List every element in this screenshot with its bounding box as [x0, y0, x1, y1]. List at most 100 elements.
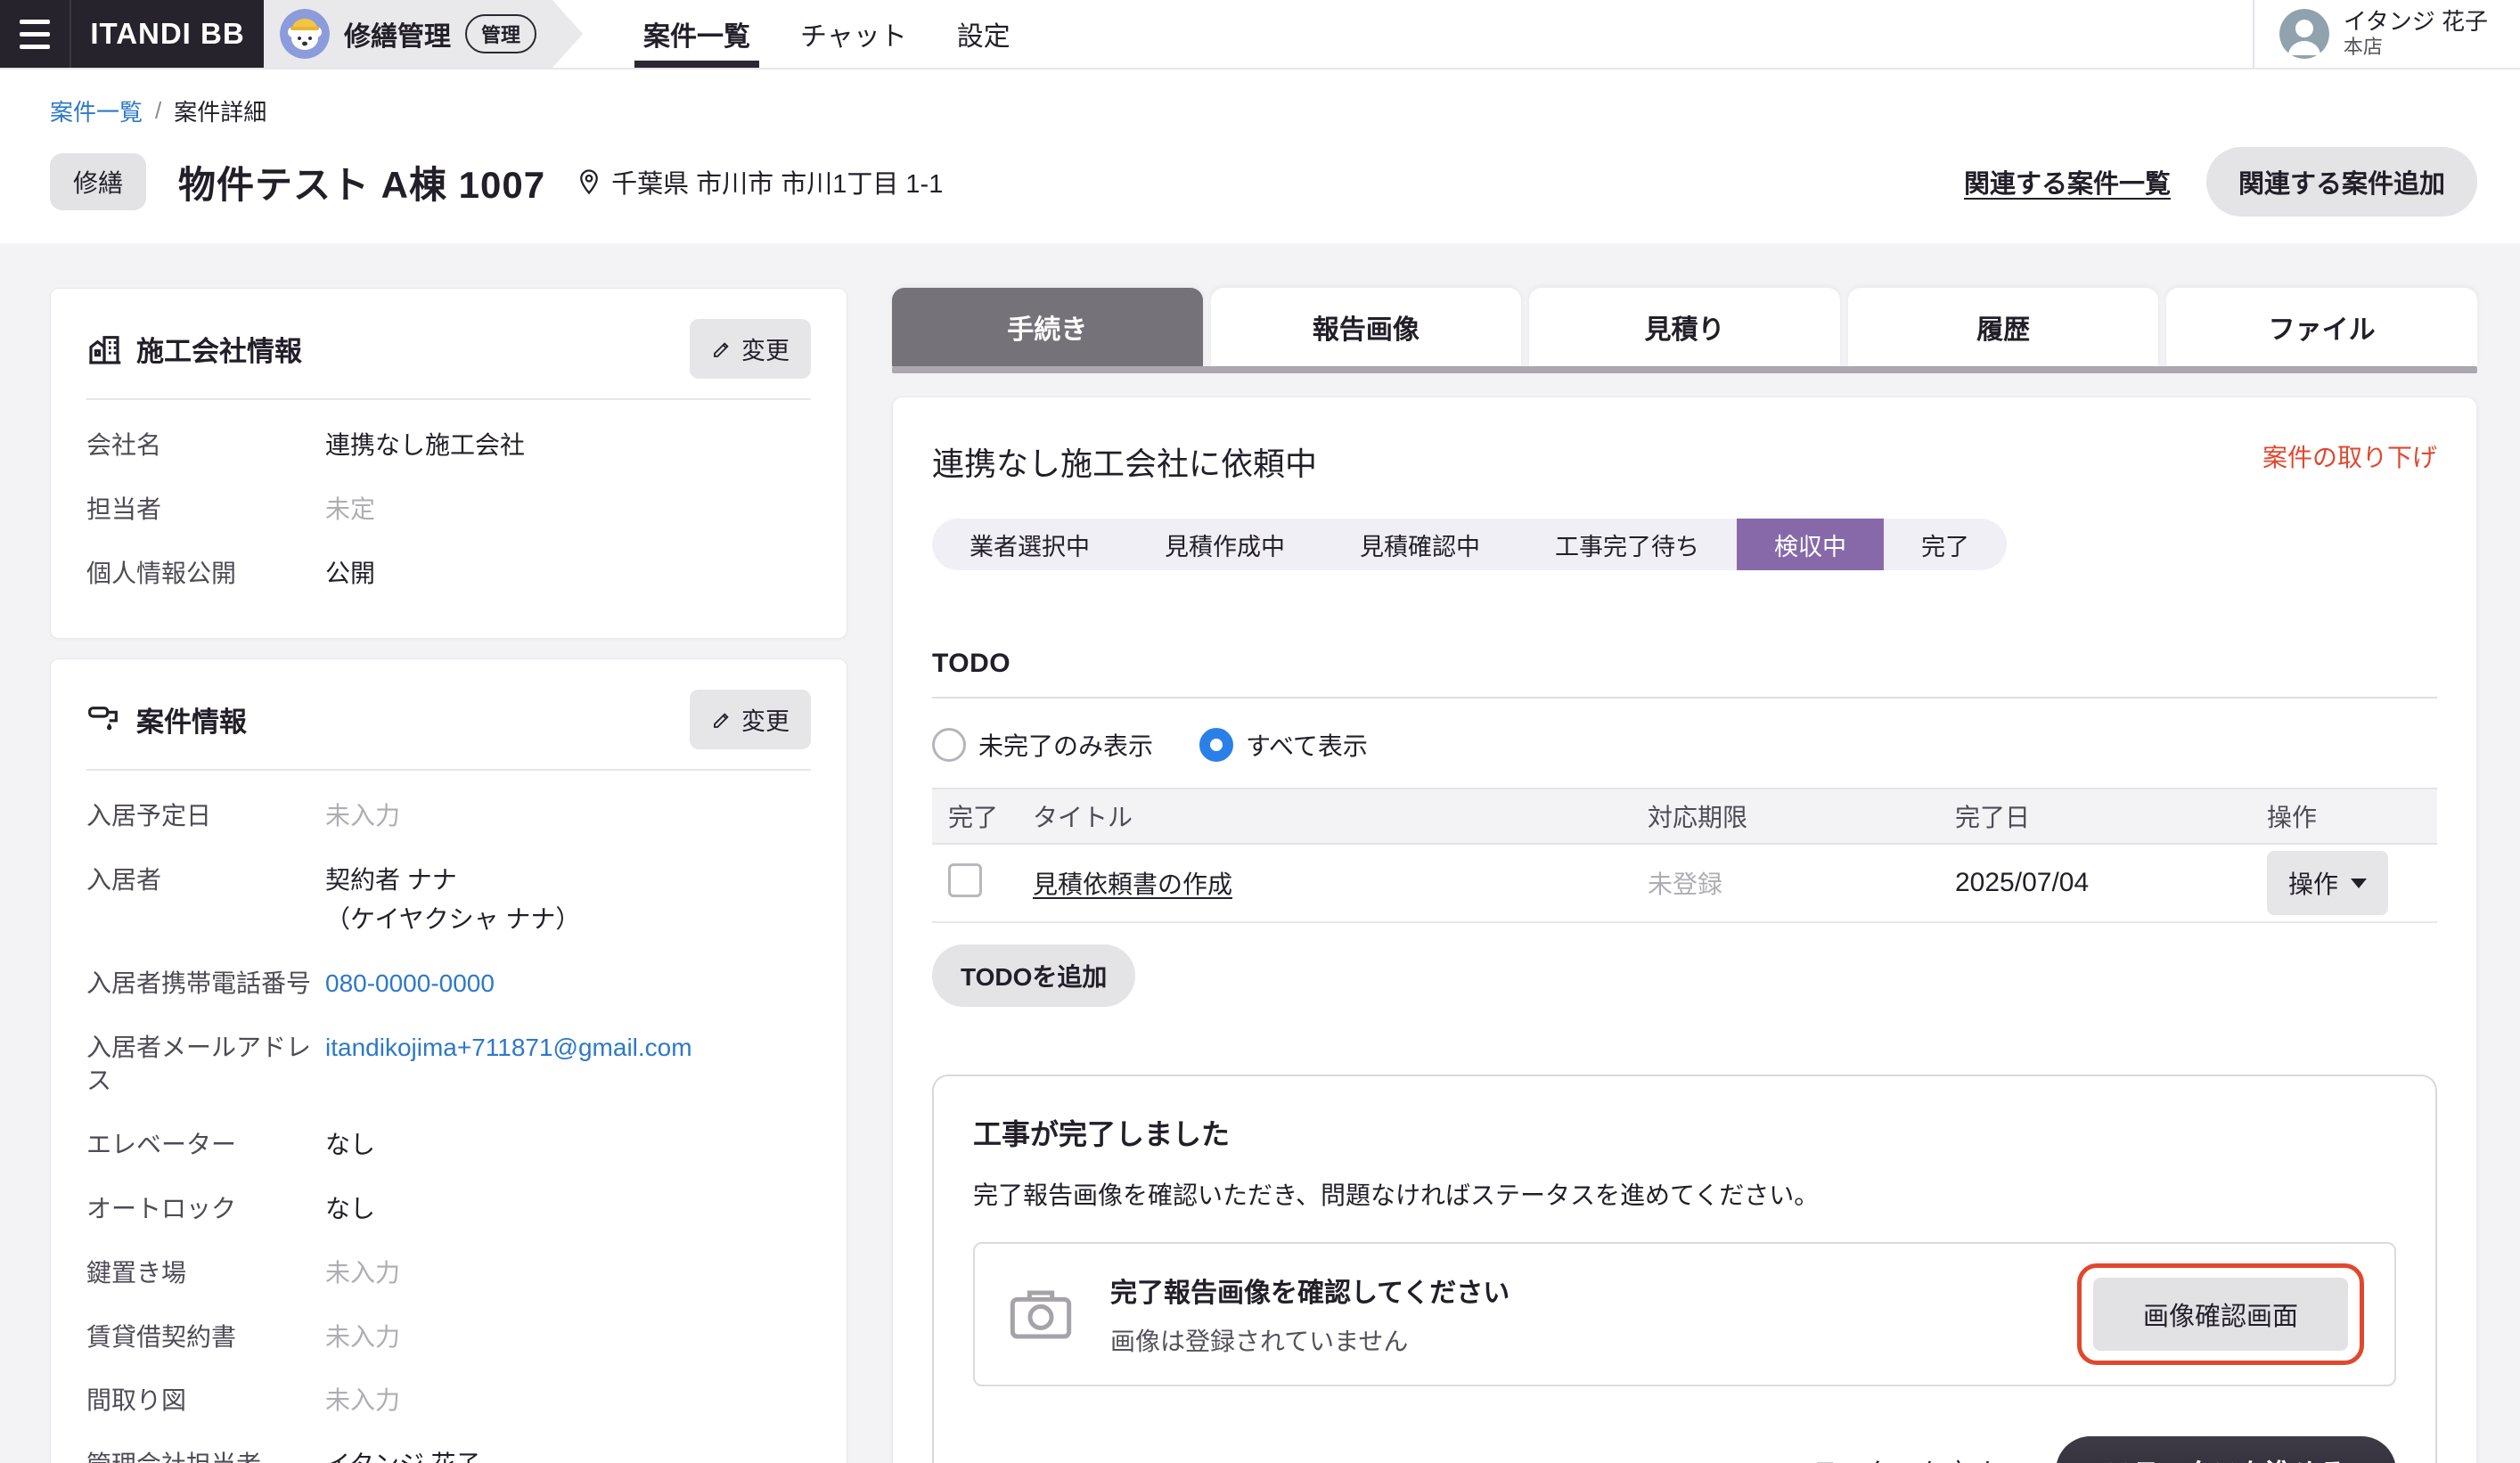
step-estimate-confirmation: 見積確認中	[1322, 519, 1518, 570]
filter-show-all[interactable]: すべて表示	[1199, 727, 1368, 763]
step-awaiting-completion: 工事完了待ち	[1518, 519, 1737, 570]
status-heading: 連携なし施工会社に依頼中	[932, 438, 1317, 485]
nav-item-case-list[interactable]: 案件一覧	[618, 0, 775, 68]
app-header: ITANDI BB 修繕管理 管理 案件一覧 チャット 設定	[0, 0, 2520, 69]
location-pin-icon	[576, 168, 602, 195]
case-edit-button[interactable]: 変更	[690, 690, 811, 749]
tenant-email-link[interactable]: itandikojima+711871@gmail.com	[325, 1031, 692, 1099]
info-row: 入居者 契約者 ナナ（ケイヤクシャ ナナ）	[86, 863, 811, 936]
completion-card: 工事が完了しました 完了報告画像を確認いただき、問題なければステータスを進めてく…	[932, 1075, 2437, 1463]
info-row: 間取り図 未入力	[86, 1384, 811, 1418]
radio-selected-icon[interactable]	[1199, 728, 1233, 762]
detail-tabs: 手続き 報告画像 見積り 履歴 ファイル	[892, 288, 2477, 366]
info-row: オートロック なし	[86, 1192, 811, 1226]
pencil-icon	[711, 339, 732, 360]
hamburger-menu-icon[interactable]	[0, 0, 71, 68]
info-row: 会社名 連携なし施工会社	[86, 429, 811, 462]
breadcrumb: 案件一覧 / 案件詳細	[0, 69, 2520, 127]
camera-icon	[1005, 1279, 1076, 1350]
info-row: 入居者携帯電話番号 080-0000-0000	[86, 967, 811, 1001]
app-role-badge: 管理	[465, 14, 536, 53]
info-row: 入居予定日 未入力	[86, 799, 811, 833]
contractor-card-title: 施工会社情報	[136, 329, 302, 369]
tenant-phone-link[interactable]: 080-0000-0000	[325, 967, 495, 1001]
app-name: 修繕管理	[344, 14, 451, 53]
property-address: 千葉県 市川市 市川1丁目 1-1	[576, 163, 943, 200]
completion-heading: 工事が完了しました	[973, 1112, 2396, 1153]
info-row: 個人情報公開 公開	[86, 557, 811, 591]
completion-description: 完了報告画像を確認いただき、問題なければステータスを進めてください。	[973, 1176, 2396, 1212]
tab-history[interactable]: 履歴	[1848, 288, 2159, 366]
tab-underline-bar	[892, 366, 2477, 373]
todo-row: 見積依頼書の作成 未登録 2025/07/04 操作	[932, 844, 2437, 922]
todo-action-button[interactable]: 操作	[2267, 851, 2388, 915]
top-band: ITANDI BB 修繕管理 管理 案件一覧 チャット 設定	[0, 0, 2520, 243]
step-done: 完了	[1884, 519, 2007, 570]
add-related-case-button[interactable]: 関連する案件追加	[2206, 147, 2477, 217]
left-column: 施工会社情報 変更 会社名 連携なし施工会社 担当者 未定	[50, 288, 847, 1463]
nav-item-chat[interactable]: チャット	[775, 0, 932, 68]
todo-filters: 未完了のみ表示 すべて表示	[932, 727, 2437, 763]
itandi-bb-logo: ITANDI BB	[71, 0, 264, 68]
col-header-done: 完了	[932, 789, 1017, 844]
breadcrumb-case-list-link[interactable]: 案件一覧	[50, 94, 143, 127]
info-row: エレベーター なし	[86, 1128, 811, 1162]
info-row: 担当者 未定	[86, 493, 811, 527]
status-forward-button[interactable]: ステータスを進める	[2056, 1436, 2396, 1463]
radio-icon[interactable]	[932, 728, 966, 762]
todo-table: 完了 タイトル 対応期限 完了日 操作 見積依頼書の作成 未登録 2025/07…	[932, 788, 2437, 923]
tab-estimate[interactable]: 見積り	[1529, 288, 1840, 366]
image-confirm-button[interactable]: 画像確認画面	[2093, 1278, 2348, 1351]
breadcrumb-current: 案件詳細	[174, 94, 266, 127]
withdraw-case-link[interactable]: 案件の取り下げ	[2262, 438, 2437, 474]
status-back-button[interactable]: ステータスを戻す	[1785, 1451, 1999, 1463]
info-row: 入居者メールアドレス itandikojima+711871@gmail.com	[86, 1031, 811, 1099]
nav-item-settings[interactable]: 設定	[932, 0, 1035, 68]
tab-procedure[interactable]: 手続き	[892, 288, 1203, 366]
breadcrumb-separator: /	[155, 97, 161, 125]
image-check-subtitle: 画像は登録されていません	[1110, 1322, 1510, 1358]
contractor-edit-button[interactable]: 変更	[690, 319, 811, 379]
step-estimate-creation: 見積作成中	[1127, 519, 1322, 570]
tab-files[interactable]: ファイル	[2166, 288, 2477, 366]
header-nav: 案件一覧 チャット 設定	[618, 0, 1035, 68]
related-cases-link[interactable]: 関連する案件一覧	[1964, 163, 2171, 200]
app-switcher[interactable]: 修繕管理 管理	[264, 0, 583, 68]
pencil-icon	[711, 709, 732, 731]
image-check-title: 完了報告画像を確認してください	[1110, 1271, 1510, 1310]
content-area: 施工会社情報 変更 会社名 連携なし施工会社 担当者 未定	[0, 243, 2520, 1463]
user-name: イタンジ 花子	[2344, 8, 2488, 36]
filter-incomplete-only[interactable]: 未完了のみ表示	[932, 727, 1153, 763]
col-header-title: タイトル	[1017, 789, 1632, 844]
info-row: 管理会社担当者 イタンジ 花子test@itandi.co.jp	[86, 1448, 811, 1463]
chevron-down-icon	[2351, 879, 2367, 888]
page-title: 物件テスト A棟 1007	[178, 155, 545, 209]
annotation-highlight-ring: 画像確認画面	[2077, 1263, 2364, 1365]
right-column: 手続き 報告画像 見積り 履歴 ファイル 連携なし施工会社に依頼中 案件の取り下…	[892, 288, 2477, 1463]
col-header-due: 対応期限	[1632, 789, 1939, 844]
procedure-panel: 連携なし施工会社に依頼中 案件の取り下げ 業者選択中 見積作成中 見積確認中 工…	[892, 396, 2477, 1463]
user-branch: 本店	[2344, 36, 2488, 59]
status-stepper: 業者選択中 見積作成中 見積確認中 工事完了待ち 検収中 完了	[932, 519, 2007, 570]
info-row: 鍵置き場 未入力	[86, 1256, 811, 1290]
todo-title-link[interactable]: 見積依頼書の作成	[1033, 870, 1232, 898]
col-header-action: 操作	[2251, 789, 2437, 844]
user-menu[interactable]: イタンジ 花子 本店	[2253, 0, 2520, 68]
case-info-card: 案件情報 変更 入居予定日 未入力 入居者 契約者 ナナ（ケイヤクシャ ナナ）	[50, 658, 847, 1463]
paint-roller-icon	[86, 702, 122, 738]
case-type-badge: 修繕	[50, 153, 146, 210]
tab-report-images[interactable]: 報告画像	[1211, 288, 1522, 366]
col-header-done-date: 完了日	[1939, 789, 2251, 844]
step-vendor-selection: 業者選択中	[932, 519, 1127, 570]
add-todo-button[interactable]: TODOを追加	[932, 944, 1135, 1007]
building-icon	[86, 331, 122, 367]
user-avatar	[2279, 9, 2329, 59]
bear-mascot-icon	[280, 9, 330, 59]
image-check-box: 完了報告画像を確認してください 画像は登録されていません 画像確認画面	[973, 1242, 2396, 1386]
contractor-info-card: 施工会社情報 変更 会社名 連携なし施工会社 担当者 未定	[50, 288, 847, 639]
todo-due: 未登録	[1648, 870, 1722, 898]
case-card-title: 案件情報	[136, 699, 247, 740]
todo-checkbox[interactable]	[948, 863, 982, 897]
info-row: 賃貸借契約書 未入力	[86, 1320, 811, 1354]
todo-done-date: 2025/07/04	[1955, 868, 2089, 897]
